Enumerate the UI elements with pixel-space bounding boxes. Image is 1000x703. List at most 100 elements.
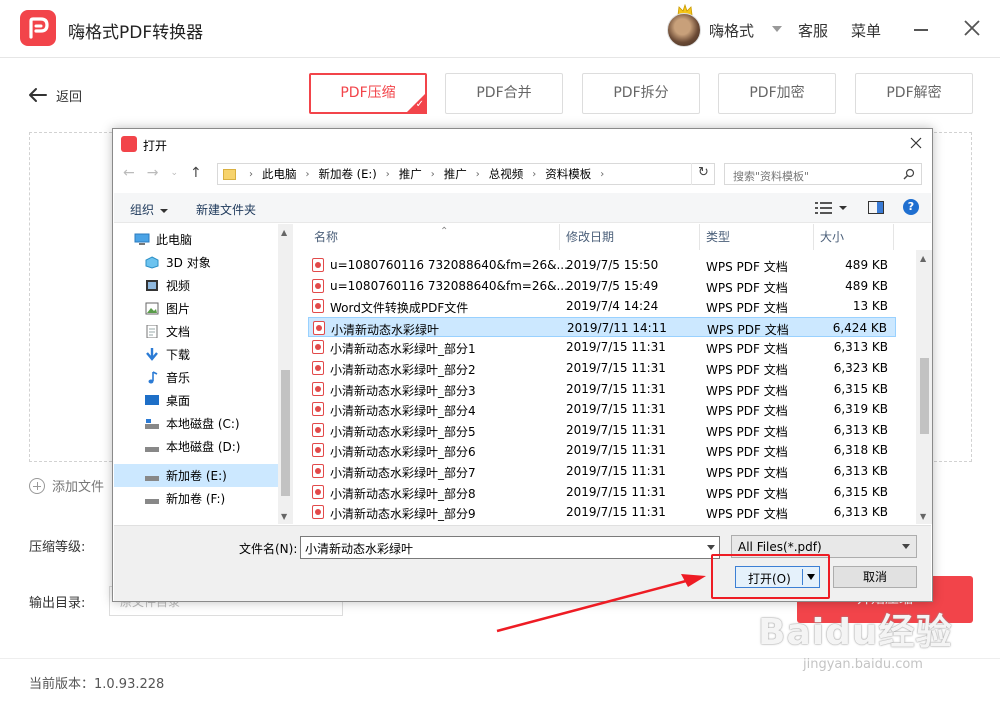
customer-service-button[interactable]: 客服 <box>798 20 828 41</box>
file-name: u=1080760116 732088640&fm=26&... <box>330 278 568 293</box>
scroll-thumb[interactable] <box>920 358 929 434</box>
breadcrumb-item[interactable]: 推广 <box>444 166 467 182</box>
organize-button[interactable]: 组织 <box>130 201 169 218</box>
column-header-size[interactable]: 大小 <box>814 224 894 250</box>
column-header-type[interactable]: 类型 <box>700 224 814 250</box>
pdf-file-icon <box>312 443 324 458</box>
nav-item-label: 新加卷 (E:) <box>166 469 227 483</box>
tab-pdf-encrypt[interactable]: PDF加密 <box>718 73 836 114</box>
file-row[interactable]: Word文件转换成PDF文件 2019/7/4 14:24 WPS PDF 文档 13… <box>308 296 896 316</box>
search-input[interactable]: 搜索"资料模板" <box>724 163 922 185</box>
forward-arrow-icon[interactable]: → <box>147 165 159 181</box>
scroll-up-icon[interactable]: ▲ <box>281 228 287 237</box>
sort-ascending-icon: ⌃ <box>440 226 449 237</box>
nav-item-video[interactable]: 视频 <box>114 274 278 297</box>
nav-item-pictures[interactable]: 图片 <box>114 297 278 320</box>
breadcrumb-item[interactable]: 资料模板 <box>545 166 591 182</box>
cancel-button[interactable]: 取消 <box>833 566 917 588</box>
back-arrow-icon[interactable]: ← <box>123 165 135 181</box>
menu-button[interactable]: 菜单 <box>851 20 881 41</box>
file-row[interactable]: 小清新动态水彩绿叶_部分8 2019/7/15 11:31 WPS PDF 文档 6,… <box>308 482 896 502</box>
up-arrow-icon[interactable]: ↑ <box>190 165 202 181</box>
nav-item-label: 本地磁盘 (C:) <box>166 417 240 431</box>
file-size: 6,424 KB <box>832 320 887 335</box>
scroll-down-icon[interactable]: ▼ <box>920 512 926 521</box>
tab-pdf-merge[interactable]: PDF合并 <box>445 73 563 114</box>
nav-item-downloads[interactable]: 下载 <box>114 343 278 366</box>
back-button[interactable]: 返回 <box>28 84 82 106</box>
nav-item-drive-d[interactable]: 本地磁盘 (D:) <box>114 435 278 458</box>
column-header-date[interactable]: 修改日期 <box>560 224 700 250</box>
nav-item-drive-c[interactable]: 本地磁盘 (C:) <box>114 412 278 435</box>
address-bar[interactable]: › 此电脑 › 新加卷 (E:) › 推广 › 推广 › 总视频 › 资料模板 … <box>217 163 715 185</box>
minimize-icon[interactable] <box>914 29 928 31</box>
chevron-down-icon <box>160 208 169 213</box>
file-row[interactable]: 小清新动态水彩绿叶_部分4 2019/7/15 11:31 WPS PDF 文档 6,… <box>308 399 896 419</box>
file-row[interactable]: 小清新动态水彩绿叶_部分3 2019/7/15 11:31 WPS PDF 文档 6,… <box>308 379 896 399</box>
nav-item-label: 图片 <box>166 302 191 316</box>
nav-item-drive-f[interactable]: 新加卷 (F:) <box>114 487 278 510</box>
file-row[interactable]: 小清新动态水彩绿叶_部分5 2019/7/15 11:31 WPS PDF 文档 6,… <box>308 420 896 440</box>
output-dir-label: 输出目录: <box>29 596 86 611</box>
version-text: 当前版本：1.0.93.228 <box>29 677 165 692</box>
close-icon[interactable] <box>910 137 922 149</box>
chevron-down-icon[interactable] <box>707 545 715 550</box>
new-folder-button[interactable]: 新建文件夹 <box>196 201 256 218</box>
scroll-down-icon[interactable]: ▼ <box>281 512 287 521</box>
close-icon[interactable] <box>963 19 981 37</box>
file-row[interactable]: 小清新动态水彩绿叶_部分1 2019/7/15 11:31 WPS PDF 文档 6,… <box>308 337 896 357</box>
pdf-file-icon <box>312 505 324 520</box>
nav-item-music[interactable]: 音乐 <box>114 366 278 389</box>
file-row[interactable]: 小清新动态水彩绿叶 2019/7/11 14:11 WPS PDF 文档 6,424 … <box>308 316 896 337</box>
video-icon <box>146 280 158 291</box>
file-date: 2019/7/11 14:11 <box>567 320 667 335</box>
filename-input[interactable]: 小清新动态水彩绿叶 <box>300 536 720 559</box>
avatar[interactable] <box>667 13 701 47</box>
breadcrumb-item[interactable]: 新加卷 (E:) <box>319 166 377 182</box>
breadcrumb-item[interactable]: 总视频 <box>489 166 524 182</box>
drive-icon <box>145 447 159 452</box>
highlight-box <box>711 554 830 599</box>
file-name: 小清新动态水彩绿叶_部分5 <box>330 424 476 439</box>
pdf-file-icon <box>312 464 324 478</box>
file-date: 2019/7/15 11:31 <box>566 484 666 499</box>
chevron-down-icon[interactable] <box>772 26 782 32</box>
nav-item-desktop[interactable]: 桌面 <box>114 389 278 412</box>
nav-item-this-pc[interactable]: 此电脑 <box>114 228 278 251</box>
nav-scrollbar[interactable]: ▲ ▼ <box>278 224 293 524</box>
file-size: 13 KB <box>852 299 888 314</box>
file-row[interactable]: 小清新动态水彩绿叶_部分6 2019/7/15 11:31 WPS PDF 文档 6,… <box>308 440 896 460</box>
preview-pane-icon[interactable] <box>868 201 884 214</box>
file-row[interactable]: u=1080760116 732088640&fm=26&... 2019/7/5… <box>308 276 896 296</box>
file-date: 2019/7/5 15:49 <box>566 278 659 293</box>
nav-item-documents[interactable]: 文档 <box>114 320 278 343</box>
file-list-scrollbar[interactable]: ▲ ▼ <box>916 250 932 524</box>
file-row[interactable]: 小清新动态水彩绿叶_部分9 2019/7/15 11:31 WPS PDF 文档 6,… <box>308 502 896 522</box>
nav-item-3d-objects[interactable]: 3D 对象 <box>114 251 278 274</box>
history-chevron-icon[interactable]: ⌄ <box>170 168 178 178</box>
file-name: 小清新动态水彩绿叶_部分2 <box>330 363 476 377</box>
column-header-name[interactable]: 名称 ⌃ <box>308 224 560 250</box>
chevron-down-icon[interactable] <box>839 206 847 210</box>
add-file-label: 添加文件 <box>52 480 105 495</box>
file-row[interactable]: 小清新动态水彩绿叶_部分2 2019/7/15 11:31 WPS PDF 文档 6,… <box>308 358 896 378</box>
scroll-up-icon[interactable]: ▲ <box>920 254 926 263</box>
scroll-thumb[interactable] <box>281 370 290 496</box>
tab-pdf-split[interactable]: PDF拆分 <box>582 73 700 114</box>
refresh-icon[interactable]: ↻ <box>691 163 715 185</box>
breadcrumb-item[interactable]: 推广 <box>399 166 422 182</box>
file-row[interactable]: 小清新动态水彩绿叶_部分7 2019/7/15 11:31 WPS PDF 文档 6,… <box>308 461 896 481</box>
help-icon[interactable]: ? <box>903 199 919 215</box>
tab-pdf-compress[interactable]: PDF压缩 ✓ <box>309 73 427 114</box>
file-type: WPS PDF 文档 <box>706 507 788 522</box>
file-name: Word文件转换成PDF文件 <box>330 301 469 316</box>
view-details-icon[interactable] <box>814 201 834 215</box>
nav-item-drive-e[interactable]: 新加卷 (E:) <box>114 464 278 487</box>
file-row[interactable]: u=1080760116 732088640&fm=26&... 2019/7/5… <box>308 255 896 275</box>
file-name: 小清新动态水彩绿叶_部分9 <box>330 507 476 522</box>
username[interactable]: 嗨格式 <box>709 20 754 41</box>
tab-label: PDF压缩 <box>340 85 396 101</box>
add-file-button[interactable]: 添加文件 <box>29 476 104 495</box>
tab-pdf-decrypt[interactable]: PDF解密 <box>855 73 973 114</box>
breadcrumb-item[interactable]: 此电脑 <box>262 166 297 182</box>
